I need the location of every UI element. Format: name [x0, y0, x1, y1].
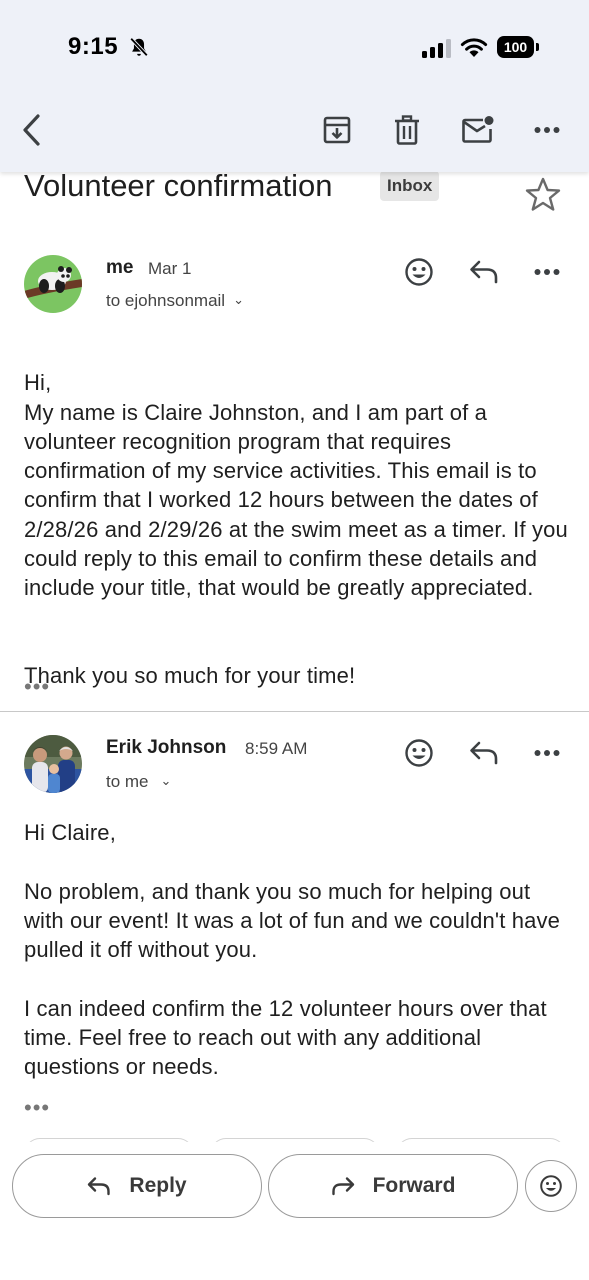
more-horizontal-icon	[534, 269, 560, 275]
back-button[interactable]	[14, 112, 50, 148]
reply-button[interactable]	[466, 254, 502, 290]
message-date: Mar 1	[148, 259, 192, 278]
message-1: me Mar 1 to ejohnsonmail ⌄ Hi, My name is…	[0, 252, 589, 707]
forward-label: Forward	[372, 1174, 456, 1197]
inbox-label-chip[interactable]: Inbox	[380, 171, 440, 201]
bottom-action-bar: Reply Forward	[0, 1142, 589, 1280]
message-body: Hi, My name is Claire Johnston, and I am…	[24, 339, 569, 720]
reply-button[interactable]	[466, 735, 502, 771]
add-reaction-button[interactable]	[401, 735, 437, 771]
body-paragraph: No problem, and thank you so much for he…	[24, 878, 561, 963]
battery-nub	[536, 43, 539, 51]
more-horizontal-icon	[534, 750, 560, 756]
show-quoted-text-button[interactable]: •••	[24, 676, 50, 698]
forward-pill-button[interactable]: Forward	[268, 1154, 518, 1218]
emoji-icon	[405, 258, 433, 286]
star-icon[interactable]	[524, 176, 562, 214]
status-time: 9:15	[68, 33, 119, 60]
email-subject: Volunteer confirmation	[24, 168, 333, 203]
mail-unread-icon	[462, 116, 494, 143]
message-more-button[interactable]	[529, 254, 565, 290]
body-paragraph: I can indeed confirm the 12 volunteer ho…	[24, 995, 547, 1080]
recipient-details[interactable]: to me ⌄	[106, 772, 171, 792]
bell-off-icon	[129, 37, 149, 57]
trash-icon	[395, 115, 419, 145]
message-divider	[0, 711, 589, 712]
recipient-text: to ejohnsonmail	[106, 291, 226, 310]
sender-name: Erik Johnson	[106, 737, 227, 758]
body-paragraph: Thank you so much for your time!	[24, 663, 356, 689]
family-photo-avatar-image	[24, 735, 82, 793]
battery-indicator: 100	[497, 36, 539, 58]
subject-row: Volunteer confirmation Inbox	[0, 168, 589, 228]
message-body: Hi Claire, No problem, and thank you so …	[24, 818, 569, 1082]
chevron-down-icon: ⌄	[233, 292, 244, 307]
recipient-details[interactable]: to ejohnsonmail ⌄	[106, 291, 244, 311]
archive-icon	[323, 116, 351, 144]
panda-avatar-image	[24, 255, 82, 313]
battery-level: 100	[497, 36, 534, 58]
message-more-button[interactable]	[529, 735, 565, 771]
mark-unread-button[interactable]	[460, 112, 496, 148]
reply-icon	[88, 1177, 111, 1196]
reply-icon	[470, 260, 498, 284]
cellular-signal-icon	[422, 39, 451, 58]
emoji-icon	[540, 1175, 562, 1197]
avatar[interactable]	[24, 255, 82, 313]
wifi-icon	[460, 38, 488, 57]
chevron-left-icon	[23, 114, 40, 146]
show-quoted-text-button[interactable]: •••	[24, 1097, 50, 1119]
recipient-text: to me	[106, 772, 149, 791]
archive-button[interactable]	[319, 112, 355, 148]
add-reaction-button[interactable]	[401, 254, 437, 290]
reply-label: Reply	[129, 1174, 187, 1197]
more-options-button[interactable]	[529, 112, 565, 148]
react-emoji-button[interactable]	[525, 1160, 577, 1212]
emoji-icon	[405, 739, 433, 767]
more-horizontal-icon	[534, 127, 560, 133]
chevron-down-icon: ⌄	[160, 773, 172, 788]
avatar[interactable]	[24, 735, 82, 793]
delete-button[interactable]	[389, 112, 425, 148]
forward-icon	[331, 1177, 354, 1196]
message-2: Erik Johnson 8:59 AM to me ⌄ Hi Claire, N…	[0, 733, 589, 1133]
reply-icon	[470, 741, 498, 765]
sender-name: me	[106, 257, 134, 278]
reply-pill-button[interactable]: Reply	[12, 1154, 262, 1218]
message-date: 8:59 AM	[245, 739, 308, 758]
top-app-bar: 9:15 100	[0, 0, 589, 172]
body-paragraph: Hi Claire,	[24, 820, 116, 845]
body-paragraph: Hi, My name is Claire Johnston, and I am…	[24, 370, 568, 601]
